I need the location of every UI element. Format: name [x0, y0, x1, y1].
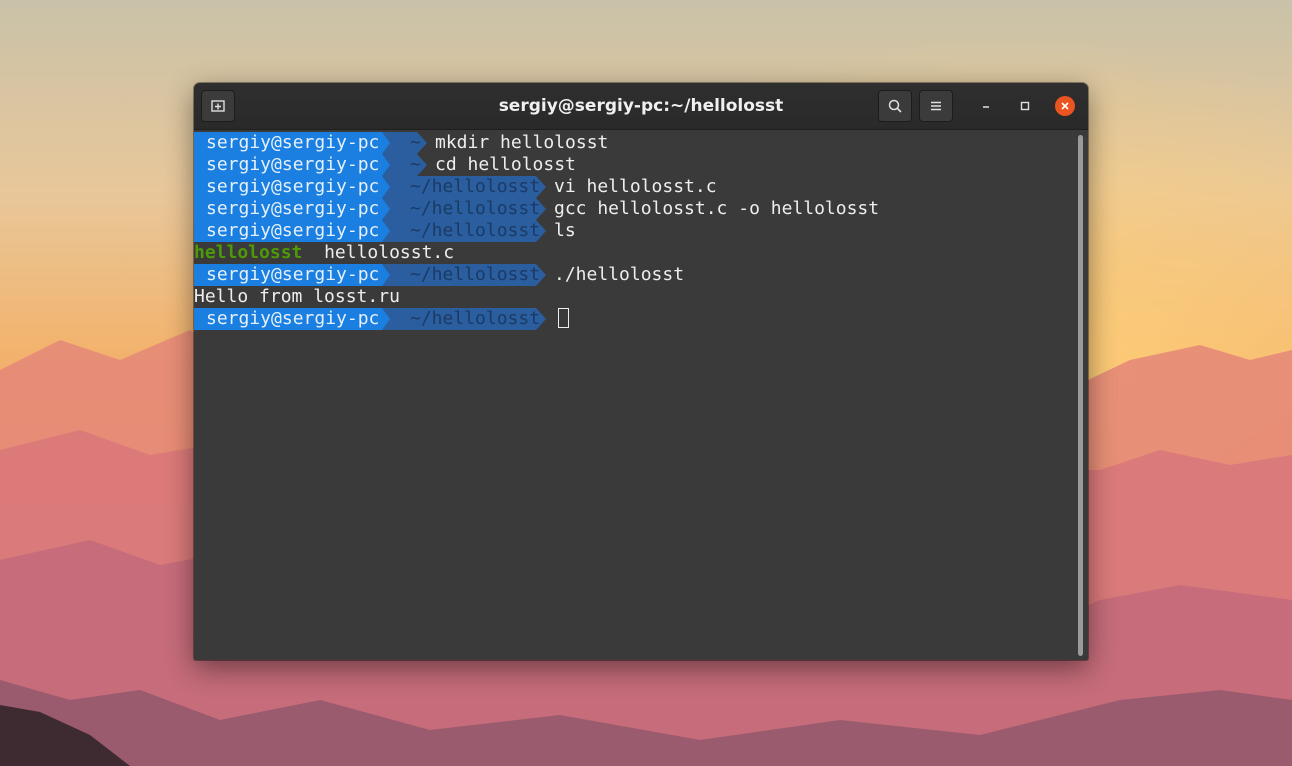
prompt-user: sergiy@sergiy-pc: [206, 264, 380, 285]
prompt-directory: ~/hellolosst: [410, 308, 541, 329]
command-text: cd hellolosst: [435, 154, 576, 175]
new-tab-icon: [211, 100, 225, 112]
new-tab-button[interactable]: [201, 90, 235, 122]
close-icon: [1061, 102, 1069, 110]
ls-output-line: hellolosst hellolosst.c: [194, 242, 1074, 264]
prompt-user-segment: sergiy@sergiy-pc: [194, 198, 390, 220]
prompt-directory: ~/hellolosst: [410, 176, 541, 197]
maximize-icon: [1020, 101, 1030, 111]
command-text: mkdir hellolosst: [435, 132, 609, 153]
prompt-line: sergiy@sergiy-pc ~ cd hellolosst: [194, 154, 1074, 176]
prompt-directory: ~/hellolosst: [410, 220, 541, 241]
hamburger-menu-icon: [931, 101, 941, 111]
prompt-user: sergiy@sergiy-pc: [206, 154, 380, 175]
prompt-dir-segment: ~/hellolosst: [380, 220, 546, 242]
prompt-dir-segment: ~/hellolosst: [380, 198, 546, 220]
program-output-line: Hello from losst.ru: [194, 286, 1074, 308]
scrollbar[interactable]: [1074, 130, 1088, 660]
terminal-window: sergiy@sergiy-pc:~/hellolosst sergiy@ser…: [194, 83, 1088, 660]
prompt-user: sergiy@sergiy-pc: [206, 198, 380, 219]
menu-button[interactable]: [919, 90, 953, 122]
prompt-line: sergiy@sergiy-pc ~/hellolosst ./hellolosst: [194, 264, 1074, 286]
prompt-directory: ~: [410, 154, 421, 175]
prompt-line: sergiy@sergiy-pc ~/hellolosst ls: [194, 220, 1074, 242]
prompt-line: sergiy@sergiy-pc ~/hellolosst vi helloloss…: [194, 176, 1074, 198]
minimize-icon: [983, 106, 989, 108]
command-text: ./hellolosst: [554, 264, 685, 285]
program-output: Hello from losst.ru: [194, 286, 400, 307]
prompt-line: sergiy@sergiy-pc ~ mkdir hellolosst: [194, 132, 1074, 154]
file-entry: hellolosst.c: [324, 242, 455, 263]
close-button[interactable]: [1055, 96, 1075, 116]
prompt-line: sergiy@sergiy-pc ~/hellolosst: [194, 308, 1074, 330]
command-text: gcc hellolosst.c -o hellolosst: [554, 198, 880, 219]
search-icon: [888, 99, 902, 113]
text-cursor: [558, 308, 569, 328]
terminal-output[interactable]: sergiy@sergiy-pc ~ mkdir hellolosst sergiy@…: [194, 130, 1074, 660]
prompt-directory: ~/hellolosst: [410, 198, 541, 219]
title-bar[interactable]: sergiy@sergiy-pc:~/hellolosst: [194, 83, 1088, 130]
prompt-directory: ~: [410, 132, 421, 153]
command-text: vi hellolosst.c: [554, 176, 717, 197]
prompt-line: sergiy@sergiy-pc ~/hellolosst gcc hellolos…: [194, 198, 1074, 220]
prompt-user-segment: sergiy@sergiy-pc: [194, 176, 390, 198]
minimize-button[interactable]: [976, 96, 996, 116]
prompt-user: sergiy@sergiy-pc: [206, 176, 380, 197]
window-title: sergiy@sergiy-pc:~/hellolosst: [498, 96, 784, 116]
maximize-button[interactable]: [1015, 96, 1035, 116]
scrollbar-thumb[interactable]: [1078, 135, 1083, 656]
prompt-dir-segment: ~/hellolosst: [380, 176, 546, 198]
prompt-user: sergiy@sergiy-pc: [206, 308, 380, 329]
prompt-user-segment: sergiy@sergiy-pc: [194, 154, 390, 176]
prompt-dir-segment: ~/hellolosst: [380, 264, 546, 286]
prompt-user-segment: sergiy@sergiy-pc: [194, 220, 390, 242]
directory-entry: hellolosst: [194, 242, 303, 263]
prompt-user: sergiy@sergiy-pc: [206, 132, 380, 153]
prompt-user: sergiy@sergiy-pc: [206, 220, 380, 241]
prompt-directory: ~/hellolosst: [410, 264, 541, 285]
prompt-user-segment: sergiy@sergiy-pc: [194, 264, 390, 286]
prompt-user-segment: sergiy@sergiy-pc: [194, 308, 390, 330]
search-button[interactable]: [878, 90, 912, 122]
command-text: ls: [554, 220, 576, 241]
prompt-dir-segment: ~/hellolosst: [380, 308, 546, 330]
prompt-user-segment: sergiy@sergiy-pc: [194, 132, 390, 154]
